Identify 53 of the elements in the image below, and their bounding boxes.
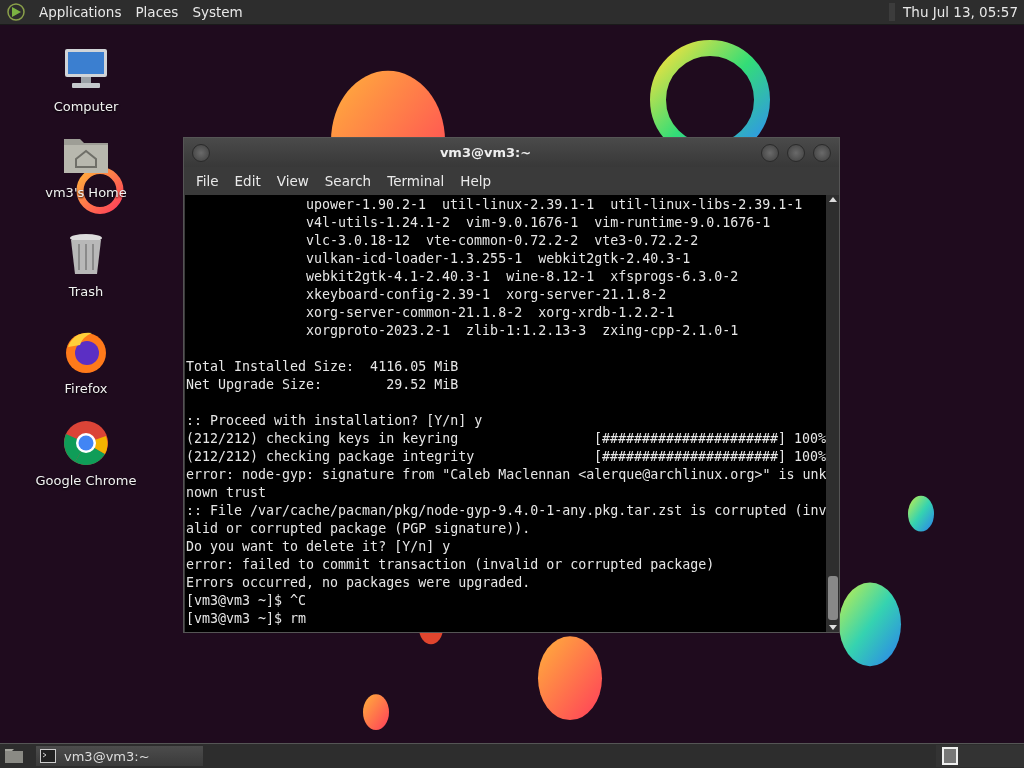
- terminal-line: [vm3@vm3 ~]$ rm: [186, 610, 307, 628]
- menu-item[interactable]: View: [268, 173, 317, 189]
- progress-text: [######################]: [594, 448, 788, 466]
- desktop-icon-label[interactable]: Computer: [53, 99, 119, 114]
- taskbar-label: vm3@vm3:~: [64, 748, 150, 764]
- minimize-button[interactable]: [761, 143, 779, 162]
- terminal-line: nown trust: [186, 484, 267, 502]
- panel-menu[interactable]: Places: [128, 4, 186, 20]
- menu-item[interactable]: Search: [316, 173, 380, 189]
- menu-item[interactable]: Terminal: [379, 173, 453, 189]
- terminal-line: [vm3@vm3 ~]$ ^C: [186, 592, 307, 610]
- terminal-line: webkit2gtk-4.1-2.40.3-1 wine-8.12-1 xfsprogs-6.3.0-2: [306, 268, 739, 286]
- terminal-icon: [40, 749, 56, 763]
- progress-percent: 100%: [794, 448, 827, 466]
- menu-item[interactable]: File: [188, 173, 227, 189]
- progress-text: [######################]: [594, 430, 788, 448]
- desktop-icon-label[interactable]: Firefox: [64, 381, 108, 396]
- close-button[interactable]: [813, 143, 831, 162]
- terminal-line: xorg-server-common-21.1.8-2 xorg-xrdb-1.2.2-1: [306, 304, 675, 322]
- terminal-line: Errors occurred, no packages were upgraded.: [186, 574, 531, 592]
- window-menu-button[interactable]: [192, 143, 210, 162]
- taskbar-button[interactable]: vm3@vm3:~: [36, 746, 203, 766]
- desktop-icon-label[interactable]: Trash: [68, 284, 104, 299]
- panel-menu[interactable]: Applications: [32, 4, 129, 20]
- terminal-line: vulkan-icd-loader-1.3.255-1 webkit2gtk-2.40.3-1: [306, 250, 691, 268]
- chrome-icon[interactable]: [62, 419, 110, 467]
- progress-percent: 100%: [794, 430, 827, 448]
- terminal-line: Total Installed Size: 4116.05 MiB: [186, 358, 459, 376]
- terminal-line: error: node-gyp: signature from "Caleb Maclennan <alerque@archlinux.org>" is unk: [186, 466, 827, 484]
- terminal-line: v4l-utils-1.24.1-2 vim-9.0.1676-1 vim-runtime-9.0.1676-1: [306, 214, 771, 232]
- terminal-line: Net Upgrade Size: 29.52 MiB: [186, 376, 459, 394]
- window-title: vm3@vm3:~: [438, 145, 533, 160]
- terminal-line: (212/212) checking keys in keyring: [186, 430, 460, 448]
- terminal-line: xorgproto-2023.2-1 zlib-1:1.2.13-3 zxing-cpp-2.1.0-1: [306, 322, 739, 340]
- workspace-switcher[interactable]: [936, 745, 1024, 767]
- terminal-line: error: failed to commit transaction (invalid or corrupted package): [186, 556, 715, 574]
- terminal-line: Do you want to delete it? [Y/n] y: [186, 538, 451, 556]
- menu-item[interactable]: Edit: [226, 173, 269, 189]
- show-desktop-icon[interactable]: [4, 748, 24, 764]
- clock[interactable]: Thu Jul 13, 05:57: [903, 4, 1024, 20]
- terminal-line: (212/212) checking package integrity: [186, 448, 476, 466]
- terminal-line: xkeyboard-config-2.39-1 xorg-server-21.1.8-2: [306, 286, 667, 304]
- terminal-line: upower-1.90.2-1 util-linux-2.39.1-1 util-linux-libs-2.39.1-1: [306, 196, 803, 214]
- scrollbar[interactable]: [826, 195, 839, 632]
- maximize-button[interactable]: [787, 143, 805, 162]
- terminal-line: :: Proceed with installation? [Y/n] y: [186, 412, 483, 430]
- logo-icon[interactable]: [6, 2, 26, 22]
- terminal-line: vlc-3.0.18-12 vte-common-0.72.2-2 vte3-0.72.2-2: [306, 232, 699, 250]
- terminal-line: :: File /var/cache/pacman/pkg/node-gyp-9.4.0-1-any.pkg.tar.zst is corrupted (inv: [186, 502, 827, 520]
- terminal-line: alid or corrupted package (PGP signature)).: [186, 520, 531, 538]
- desktop-icon-label[interactable]: Google Chrome: [35, 473, 137, 488]
- panel-menu[interactable]: System: [185, 4, 250, 20]
- menu-item[interactable]: Help: [452, 173, 500, 189]
